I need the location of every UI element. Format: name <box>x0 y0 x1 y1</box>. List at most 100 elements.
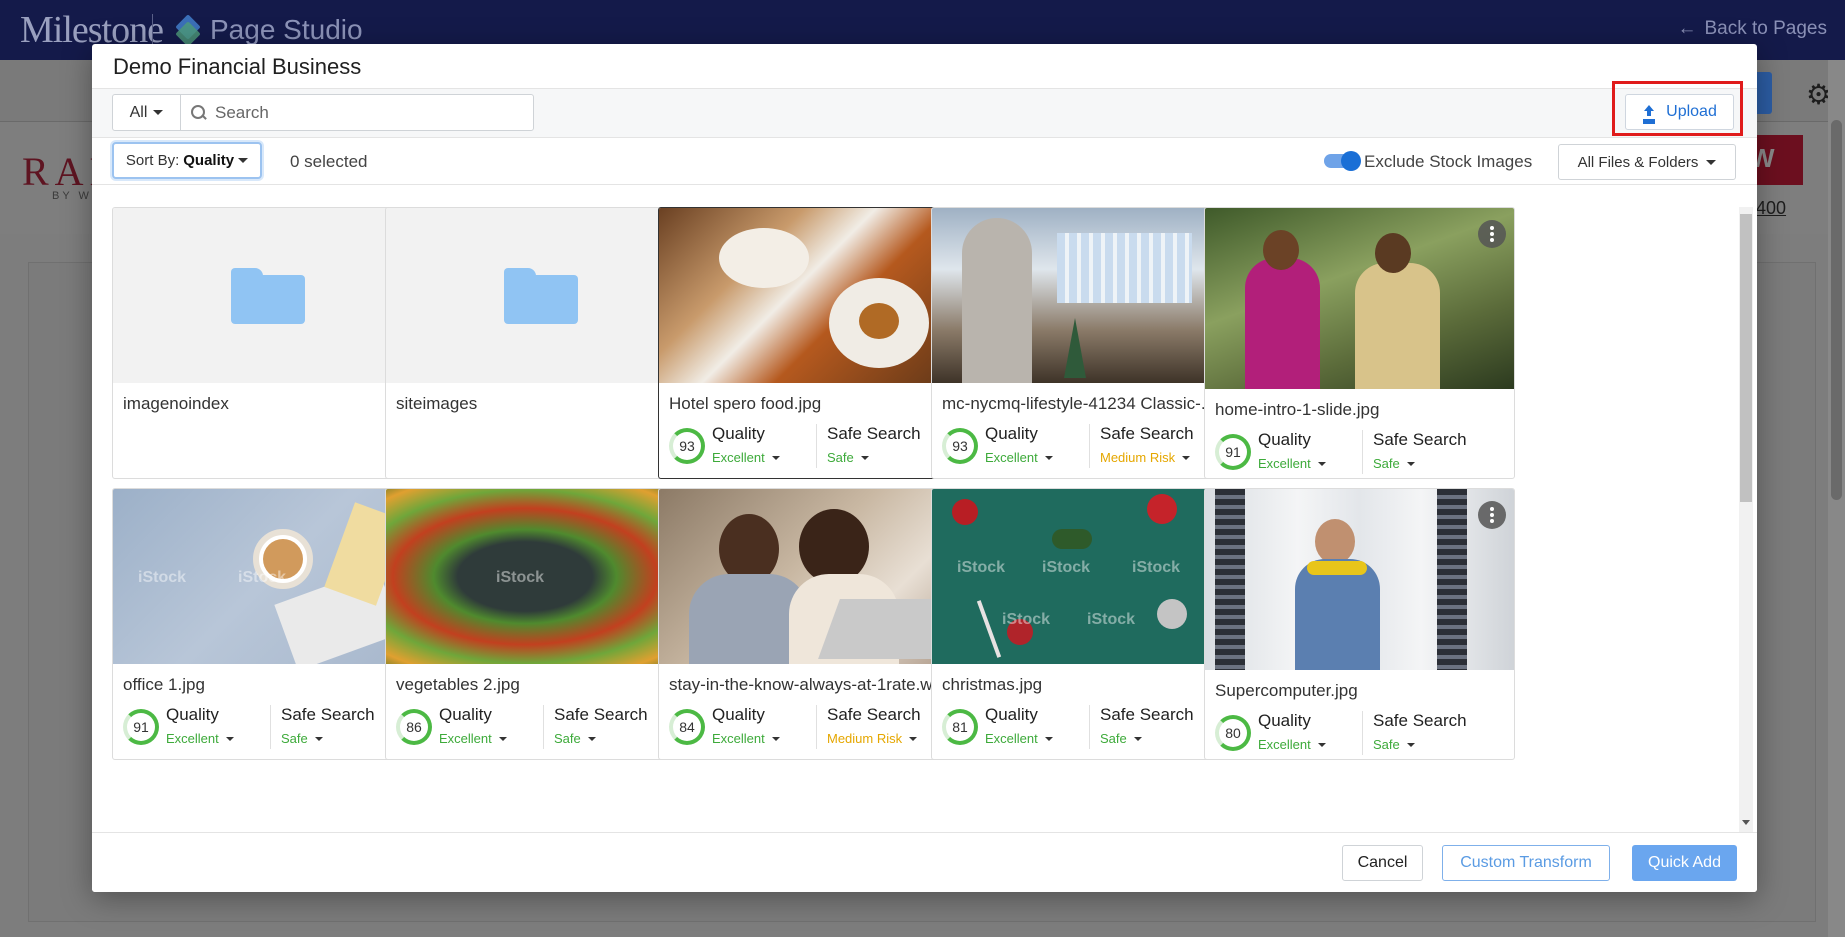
image-card[interactable]: stay-in-the-know-always-at-1rate.w... 84… <box>658 488 969 760</box>
chevron-down-icon <box>238 158 249 163</box>
safe-search-label: Safe Search <box>1100 424 1194 443</box>
grid-scrollbar-thumb[interactable] <box>1740 214 1752 502</box>
search-icon <box>191 104 207 121</box>
image-metrics: 91 Quality Excellent Safe Search Safe <box>1215 430 1510 478</box>
folder-card[interactable]: imagenoindex <box>112 207 423 479</box>
scroll-down-arrow-icon[interactable] <box>1742 820 1750 825</box>
image-card[interactable]: Hotel spero food.jpg 93 Quality Excellen… <box>658 207 969 479</box>
metrics-divider <box>816 705 817 749</box>
safe-search-dropdown[interactable]: Safe <box>1373 456 1415 471</box>
quality-score: 91 <box>123 709 159 745</box>
quality-dropdown[interactable]: Excellent <box>1258 737 1326 752</box>
safe-search-label: Safe Search <box>827 424 921 443</box>
quality-label: Quality <box>712 424 765 443</box>
quality-label: Quality <box>712 705 765 724</box>
custom-transform-button[interactable]: Custom Transform <box>1442 845 1610 881</box>
card-name: christmas.jpg <box>942 675 1043 694</box>
metrics-divider <box>1362 430 1363 474</box>
image-card[interactable]: home-intro-1-slide.jpg 91 Quality Excell… <box>1204 207 1515 479</box>
sort-by-dropdown[interactable]: Sort By: Quality <box>112 142 262 179</box>
quality-label: Quality <box>985 424 1038 443</box>
folder-card[interactable]: siteimages <box>385 207 696 479</box>
quality-dropdown[interactable]: Excellent <box>985 450 1053 465</box>
search-box <box>181 95 533 130</box>
page-studio-title: Page Studio <box>175 14 363 47</box>
quality-dropdown[interactable]: Excellent <box>712 450 780 465</box>
files-folders-select[interactable]: All Files & Folders <box>1558 144 1736 180</box>
quality-score: 81 <box>942 709 978 745</box>
site-phone-link: 400 <box>1756 198 1787 218</box>
modal-footer: Cancel Custom Transform Quick Add <box>92 832 1757 892</box>
quality-score: 91 <box>1215 434 1251 470</box>
card-name: imagenoindex <box>123 394 229 413</box>
filter-type-select[interactable]: All <box>113 95 181 130</box>
brand-divider <box>152 14 153 48</box>
chevron-down-icon <box>314 736 323 741</box>
card-name: Supercomputer.jpg <box>1215 681 1358 700</box>
image-thumbnail: iStock iStock iStock iStock iStock <box>932 489 1241 664</box>
image-card[interactable]: iStock vegetables 2.jpg 86 Quality Excel… <box>385 488 696 760</box>
quality-label: Quality <box>985 705 1038 724</box>
quality-score: 93 <box>669 428 705 464</box>
upload-button[interactable]: Upload <box>1625 94 1734 130</box>
image-card[interactable]: mc-nycmq-lifestyle-41234 Classic-... 93 … <box>931 207 1242 479</box>
safe-search-dropdown[interactable]: Safe <box>827 450 869 465</box>
chevron-down-icon <box>1406 742 1415 747</box>
image-thumbnail <box>932 208 1241 383</box>
image-card[interactable]: iStock iStock iStock iStock iStock chris… <box>931 488 1242 760</box>
chevron-down-icon <box>153 110 164 115</box>
watermark-text: iStock <box>1087 611 1136 628</box>
image-card[interactable]: iStock iStock office 1.jpg 91 Quality Ex… <box>112 488 423 760</box>
quality-dropdown[interactable]: Excellent <box>712 731 780 746</box>
image-thumbnail <box>659 208 968 383</box>
safe-search-dropdown[interactable]: Safe <box>1100 731 1142 746</box>
safe-search-label: Safe Search <box>554 705 648 724</box>
chevron-down-icon <box>1317 742 1326 747</box>
image-metrics: 93 Quality Excellent Safe Search Medium … <box>942 424 1237 478</box>
quality-score: 86 <box>396 709 432 745</box>
search-input[interactable] <box>215 102 515 123</box>
chevron-down-icon <box>860 455 869 460</box>
site-logo-subtext: BY W <box>52 190 92 202</box>
chevron-down-icon <box>1706 159 1717 165</box>
folder-thumbnail <box>113 208 422 383</box>
quality-score: 80 <box>1215 715 1251 751</box>
chevron-down-icon <box>498 736 507 741</box>
back-to-pages-link[interactable]: ← Back to Pages <box>1677 18 1827 40</box>
quick-add-button[interactable]: Quick Add <box>1632 845 1737 881</box>
folder-icon <box>230 267 305 324</box>
safe-search-dropdown[interactable]: Safe <box>281 731 323 746</box>
quality-label: Quality <box>166 705 219 724</box>
chevron-down-icon <box>1133 736 1142 741</box>
chevron-down-icon <box>1044 736 1053 741</box>
chevron-down-icon <box>1044 455 1053 460</box>
chevron-down-icon <box>587 736 596 741</box>
watermark-text: iStock <box>1132 559 1181 576</box>
safe-search-dropdown[interactable]: Safe <box>554 731 596 746</box>
card-name: mc-nycmq-lifestyle-41234 Classic-... <box>942 394 1216 413</box>
page-studio-logo-icon <box>175 14 201 47</box>
quality-dropdown[interactable]: Excellent <box>985 731 1053 746</box>
safe-search-label: Safe Search <box>827 705 921 724</box>
quality-dropdown[interactable]: Excellent <box>1258 456 1326 471</box>
watermark-text: iStock <box>496 569 545 586</box>
quality-dropdown[interactable]: Excellent <box>439 731 507 746</box>
more-options-icon[interactable] <box>1478 501 1506 529</box>
metrics-divider <box>816 424 817 468</box>
search-group: All <box>112 94 534 131</box>
quality-score: 93 <box>942 428 978 464</box>
image-card[interactable]: Supercomputer.jpg 80 Quality Excellent S… <box>1204 488 1515 760</box>
chevron-down-icon <box>909 736 918 741</box>
cancel-button[interactable]: Cancel <box>1342 845 1423 881</box>
safe-search-dropdown[interactable]: Medium Risk <box>827 731 918 746</box>
safe-search-dropdown[interactable]: Medium Risk <box>1100 450 1191 465</box>
page-scrollbar-thumb[interactable] <box>1831 120 1842 500</box>
more-options-icon[interactable] <box>1478 220 1506 248</box>
image-metrics: 86 Quality Excellent Safe Search Safe <box>396 705 691 759</box>
image-library-modal: Demo Financial Business All Upload Sort … <box>92 44 1757 892</box>
exclude-stock-toggle[interactable] <box>1324 151 1361 171</box>
chevron-down-icon <box>1182 455 1191 460</box>
safe-search-dropdown[interactable]: Safe <box>1373 737 1415 752</box>
watermark-text: iStock <box>238 569 287 586</box>
quality-dropdown[interactable]: Excellent <box>166 731 234 746</box>
